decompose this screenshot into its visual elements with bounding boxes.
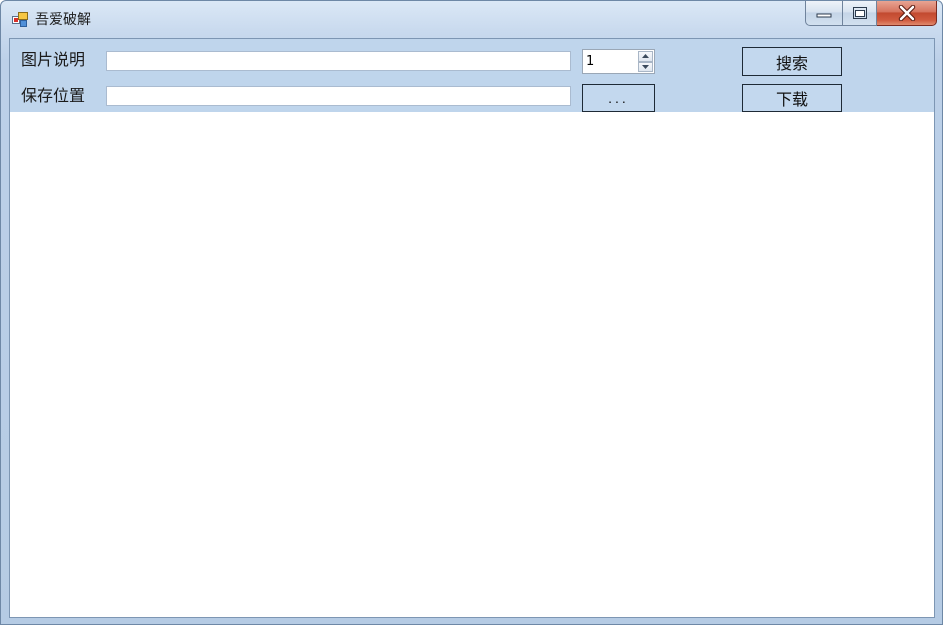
client-area: 图片说明 1 搜索 保存位置 ... 下载 <box>9 38 935 618</box>
close-icon <box>898 5 915 21</box>
description-input[interactable] <box>106 51 571 71</box>
minimize-button[interactable] <box>805 1 842 26</box>
description-label: 图片说明 <box>21 50 86 69</box>
download-button[interactable]: 下载 <box>742 84 842 112</box>
save-path-input[interactable] <box>106 86 571 106</box>
save-location-label: 保存位置 <box>21 86 86 105</box>
triangle-up-icon <box>642 54 649 59</box>
caption-buttons <box>805 1 937 27</box>
minimize-icon <box>816 13 832 18</box>
app-window: 吾爱破解 图片说明 1 搜索 保存位置 ... 下载 <box>0 0 943 625</box>
maximize-icon <box>852 7 867 19</box>
count-value[interactable]: 1 <box>586 53 594 70</box>
close-button[interactable] <box>877 1 937 26</box>
stepper-down-button[interactable] <box>638 61 653 72</box>
toolbar-panel: 图片说明 1 搜索 保存位置 ... 下载 <box>10 39 934 112</box>
search-button[interactable]: 搜索 <box>742 47 842 76</box>
title-bar[interactable]: 吾爱破解 <box>1 1 942 38</box>
app-window-icon <box>12 12 28 27</box>
results-area <box>10 112 934 617</box>
browse-button[interactable]: ... <box>582 84 655 112</box>
window-title: 吾爱破解 <box>35 12 91 28</box>
maximize-button[interactable] <box>842 1 877 26</box>
stepper-buttons <box>638 51 653 72</box>
triangle-down-icon <box>642 64 649 69</box>
count-stepper[interactable]: 1 <box>582 49 655 74</box>
stepper-up-button[interactable] <box>638 51 653 62</box>
